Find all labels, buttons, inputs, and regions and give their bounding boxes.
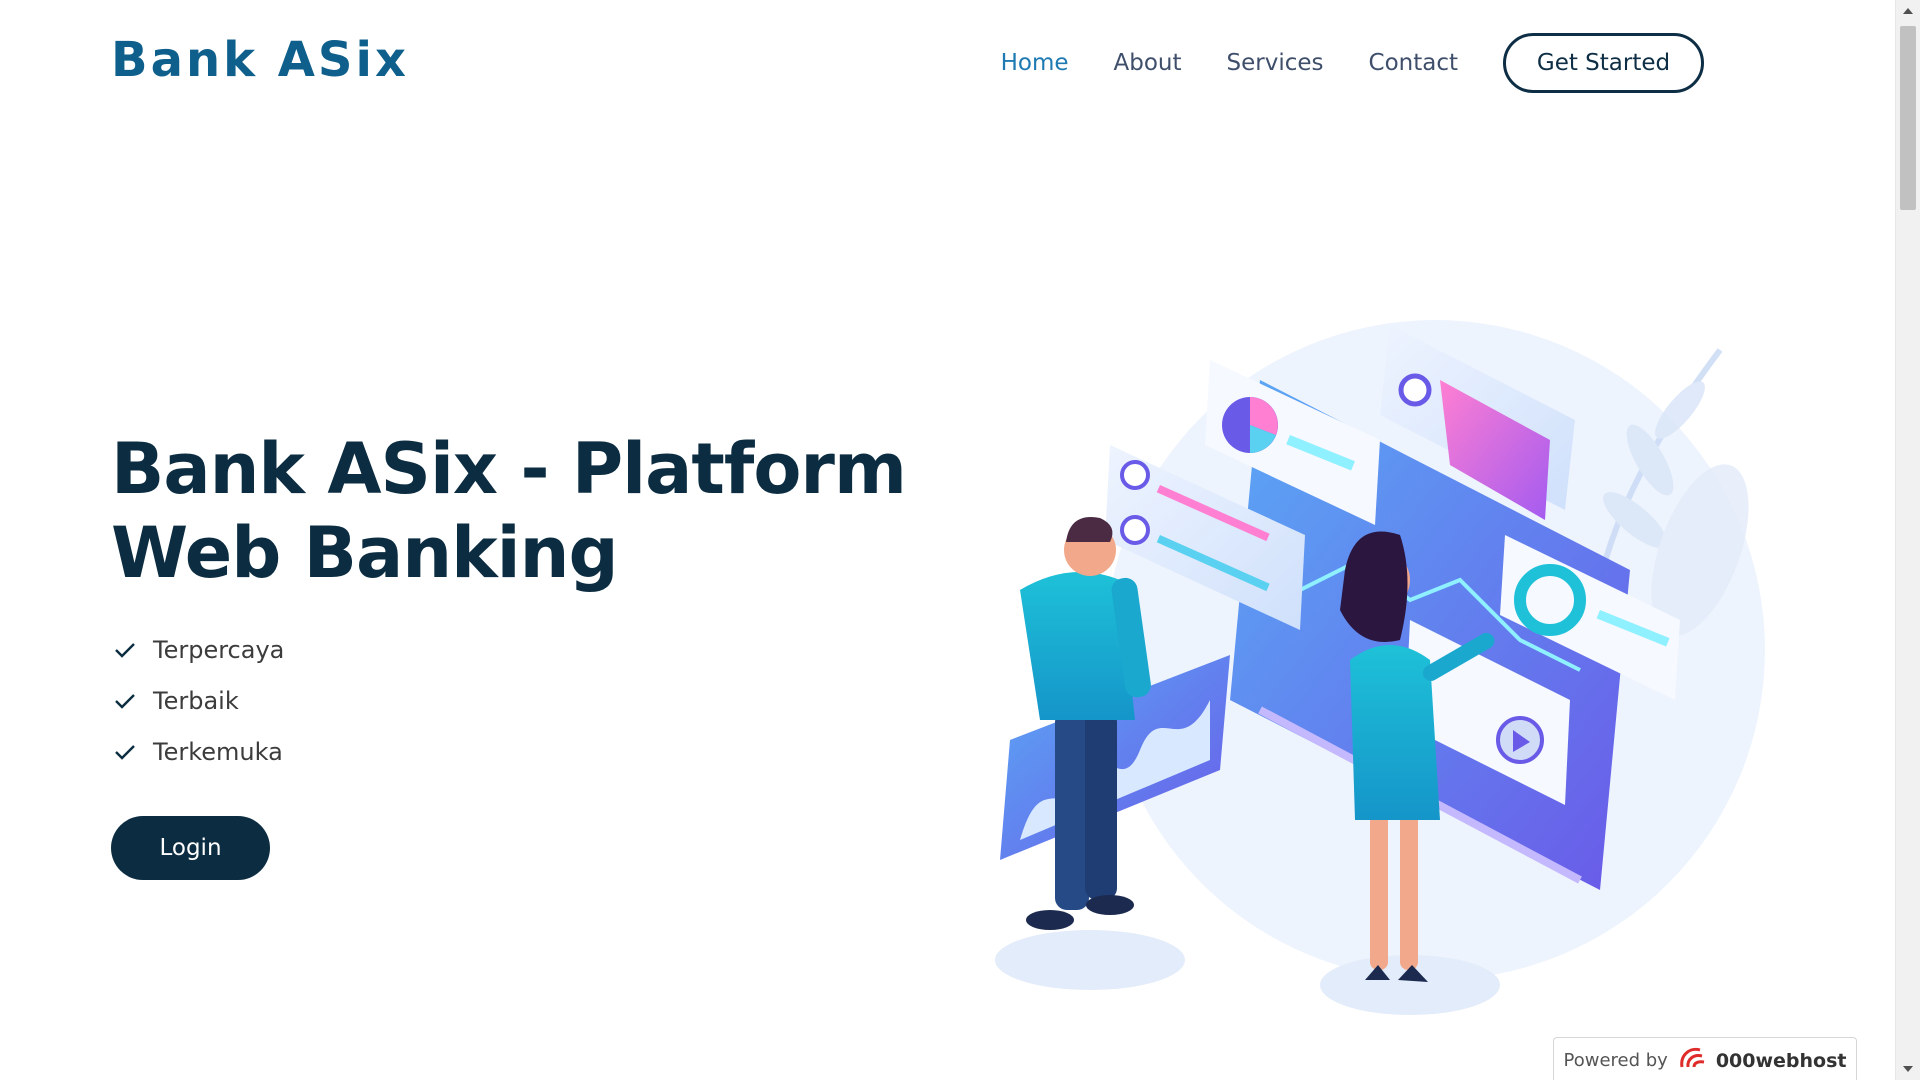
feature-list: Terpercaya Terbaik Terkemuka	[111, 624, 284, 777]
brand-logo[interactable]: Bank ASix	[111, 28, 409, 92]
feature-item: Terbaik	[111, 675, 284, 726]
people-with-dashboard-illustration	[995, 320, 1765, 1015]
feature-item: Terpercaya	[111, 624, 284, 675]
feature-item: Terkemuka	[111, 726, 284, 777]
vertical-scrollbar[interactable]	[1895, 0, 1920, 1080]
powered-host: 000webhost	[1715, 1049, 1847, 1072]
feature-label: Terbaik	[153, 686, 239, 715]
hero-title-line-2: Web Banking	[111, 512, 619, 594]
shadow-man	[995, 930, 1185, 990]
powered-by-badge[interactable]: Powered by 000webhost	[1553, 1037, 1857, 1080]
scroll-down-icon[interactable]	[1903, 1066, 1913, 1072]
hero-title-line-1: Bank ASix - Platform	[111, 428, 907, 510]
feature-label: Terkemuka	[153, 737, 283, 766]
hero-title: Bank ASix - Platform Web Banking	[111, 427, 931, 595]
check-icon	[111, 636, 139, 664]
scroll-up-icon[interactable]	[1903, 8, 1913, 14]
page: Bank ASix Home About Services Contact Ge…	[0, 0, 1920, 1080]
check-icon	[111, 687, 139, 715]
main-nav: Home About Services Contact Get Started	[1001, 33, 1704, 93]
scroll-thumb[interactable]	[1900, 26, 1916, 210]
nav-home[interactable]: Home	[1001, 35, 1069, 91]
powered-prefix: Powered by	[1563, 1050, 1668, 1071]
check-icon	[111, 738, 139, 766]
webhost-logo-icon	[1678, 1045, 1710, 1076]
nav-about[interactable]: About	[1114, 35, 1182, 91]
nav-contact[interactable]: Contact	[1369, 35, 1458, 91]
nav-services[interactable]: Services	[1227, 35, 1324, 91]
feature-label: Terpercaya	[153, 635, 285, 664]
get-started-button[interactable]: Get Started	[1503, 33, 1704, 93]
login-button[interactable]: Login	[111, 816, 270, 880]
